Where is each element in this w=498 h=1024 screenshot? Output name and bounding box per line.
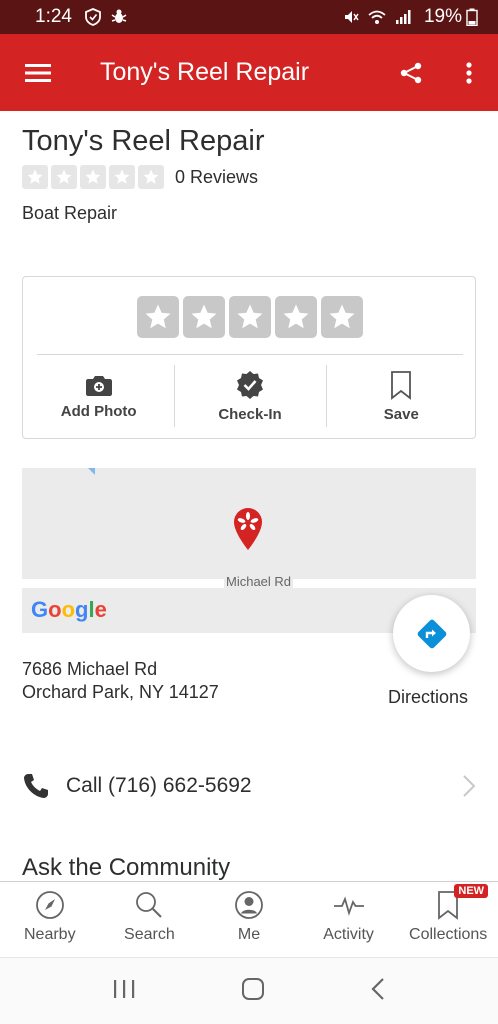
rating-star [138, 165, 164, 189]
compass-icon [35, 891, 64, 919]
directions-button[interactable] [393, 595, 470, 672]
save-label: Save [383, 405, 419, 423]
rate-star-5[interactable] [321, 296, 363, 338]
map-pin-icon[interactable] [232, 507, 264, 556]
share-icon [400, 62, 422, 83]
back-button[interactable] [370, 977, 386, 1006]
rate-star-4[interactable] [275, 296, 317, 338]
mute-icon [342, 8, 360, 26]
nav-collections[interactable]: NEW Collections [398, 882, 498, 957]
new-badge: NEW [454, 884, 489, 898]
card-divider [37, 354, 463, 355]
system-nav-bar [0, 957, 498, 1024]
profile-icon [235, 891, 263, 919]
bottom-nav: Nearby Search Me Activity NEW Collection… [0, 881, 498, 957]
address-line-2: Orchard Park, NY 14127 [22, 682, 219, 702]
directions-icon [417, 619, 446, 648]
bookmark-icon [391, 370, 412, 400]
rate-star-3[interactable] [229, 296, 271, 338]
rating-row: 0 Reviews [22, 165, 258, 189]
menu-button[interactable] [0, 34, 76, 111]
rating-star [51, 165, 77, 189]
bug-icon [110, 8, 128, 26]
home-icon [241, 977, 264, 1000]
add-photo-button[interactable]: Add Photo [23, 365, 174, 427]
nav-me[interactable]: Me [199, 882, 299, 957]
directions-label[interactable]: Directions [388, 687, 468, 708]
check-badge-icon [236, 370, 263, 399]
business-category[interactable]: Boat Repair [22, 203, 117, 224]
status-bar: 1:24 19% [0, 0, 498, 34]
nav-search-label: Search [124, 926, 175, 943]
activity-icon [333, 896, 364, 916]
call-label: Call (716) 662-5692 [66, 774, 252, 797]
check-in-label: Check-In [218, 405, 282, 423]
back-icon [371, 977, 384, 1000]
map-feature [88, 468, 95, 475]
nav-collections-label: Collections [409, 926, 488, 943]
nav-me-label: Me [237, 926, 261, 943]
rate-star-2[interactable] [183, 296, 225, 338]
recent-apps-button[interactable] [112, 978, 136, 1005]
call-row[interactable]: Call (716) 662-5692 [22, 766, 476, 806]
ask-community-heading: Ask the Community [22, 854, 231, 881]
review-count[interactable]: 0 Reviews [175, 167, 258, 188]
clock: 1:24 [35, 6, 72, 27]
review-action-card: Add Photo Check-In Save [22, 276, 476, 439]
action-row: Add Photo Check-In Save [23, 365, 477, 427]
battery-icon [466, 8, 484, 27]
business-details: Tony's Reel Repair 0 Reviews Boat Repair… [0, 111, 498, 881]
nav-activity[interactable]: Activity [299, 882, 399, 957]
rate-stars [137, 296, 367, 338]
business-name: Tony's Reel Repair [22, 125, 265, 157]
rate-star-1[interactable] [137, 296, 179, 338]
rating-star [109, 165, 135, 189]
chevron-right-icon [463, 775, 476, 797]
nav-nearby-label: Nearby [24, 926, 76, 943]
shield-icon [84, 8, 102, 26]
share-button[interactable] [382, 34, 440, 111]
address-line-1: 7686 Michael Rd [22, 659, 158, 679]
more-vert-icon [466, 61, 472, 84]
recent-apps-icon [114, 979, 135, 998]
address[interactable]: 7686 Michael Rd Orchard Park, NY 14127 [22, 658, 219, 704]
google-logo: Google [31, 597, 107, 622]
rating-star [80, 165, 106, 189]
check-in-button[interactable]: Check-In [174, 365, 325, 427]
home-button[interactable] [241, 977, 265, 1006]
battery-level: 19% [423, 6, 462, 27]
map-road-label: Michael Rd [224, 574, 294, 589]
hamburger-icon [25, 63, 51, 82]
add-photo-label: Add Photo [60, 402, 137, 420]
camera-icon [85, 375, 112, 396]
phone-icon [24, 774, 48, 798]
nav-search[interactable]: Search [100, 882, 200, 957]
search-icon [136, 892, 163, 918]
nav-nearby[interactable]: Nearby [0, 882, 100, 957]
signal-icon [394, 8, 412, 26]
more-options-button[interactable] [440, 34, 498, 111]
wifi-icon [368, 8, 386, 26]
rating-star [22, 165, 48, 189]
save-button[interactable]: Save [325, 365, 477, 427]
app-bar: Tony's Reel Repair [0, 34, 498, 111]
nav-activity-label: Activity [323, 926, 374, 943]
app-bar-title: Tony's Reel Repair [100, 58, 310, 86]
